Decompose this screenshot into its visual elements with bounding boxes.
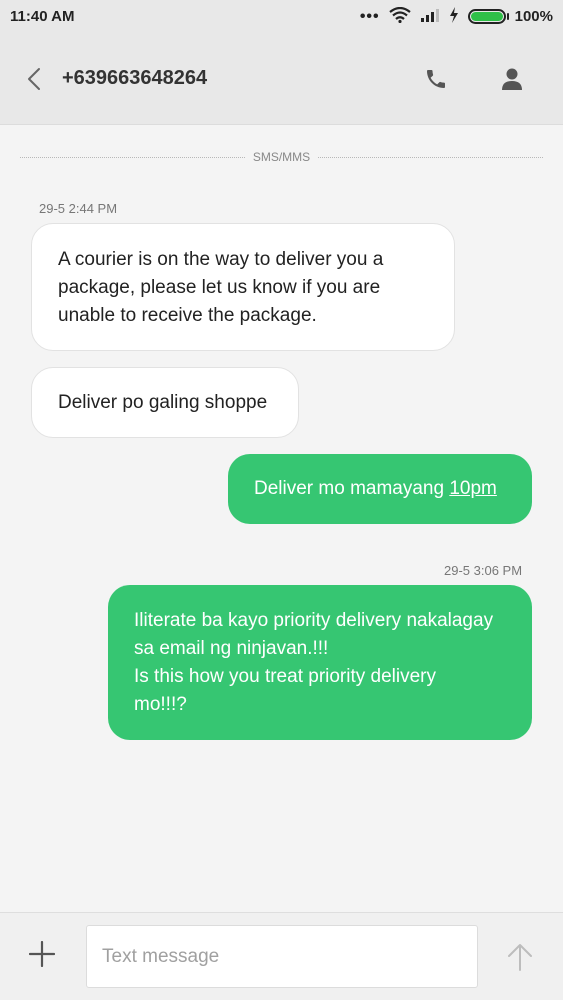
signal-icon bbox=[420, 8, 440, 26]
message-text-line: Iliterate ba kayo priority delivery naka… bbox=[134, 610, 494, 631]
message-timestamp: 29-5 3:06 PM bbox=[444, 563, 523, 578]
outgoing-message-bubble[interactable]: Deliver mo mamayang 10pm bbox=[228, 454, 532, 524]
battery-percentage: 100% bbox=[514, 8, 553, 25]
contact-icon bbox=[502, 68, 522, 90]
more-dots-icon: ••• bbox=[359, 7, 380, 25]
battery-fill bbox=[470, 12, 503, 21]
message-text-line: sa email ng ninjavan.!!! bbox=[134, 638, 329, 659]
text-message-input[interactable] bbox=[86, 925, 478, 988]
incoming-message-bubble[interactable]: A courier is on the way to deliver you a… bbox=[31, 223, 455, 351]
back-button[interactable] bbox=[0, 33, 62, 125]
status-time: 11:40 AM bbox=[10, 8, 75, 25]
phone-icon bbox=[427, 69, 445, 88]
time-link[interactable]: 10pm bbox=[449, 478, 497, 499]
send-arrow-icon bbox=[508, 944, 532, 971]
incoming-message-bubble[interactable]: Deliver po galing shoppe bbox=[31, 367, 299, 438]
message-thread[interactable]: SMS/MMS 29-5 2:44 PM A courier is on the… bbox=[0, 125, 563, 912]
message-text-line: A courier is on the way to deliver you a bbox=[58, 249, 384, 270]
back-arrow-icon bbox=[28, 67, 40, 90]
battery-icon bbox=[467, 9, 509, 24]
charging-icon bbox=[449, 6, 459, 27]
outgoing-message-bubble[interactable]: Iliterate ba kayo priority delivery naka… bbox=[108, 585, 532, 740]
message-text-line: unable to receive the package. bbox=[58, 305, 317, 326]
call-button[interactable] bbox=[411, 54, 461, 104]
status-icons: ••• 100% bbox=[359, 6, 553, 27]
add-attachment-button[interactable] bbox=[25, 937, 59, 971]
plus-icon bbox=[29, 941, 55, 967]
contact-number-title: +639663648264 bbox=[62, 67, 208, 89]
message-text-line: Deliver mo mamayang 10pm bbox=[254, 475, 506, 503]
message-timestamp: 29-5 2:44 PM bbox=[39, 201, 118, 216]
message-text: Deliver mo mamayang bbox=[254, 478, 450, 499]
conversation-header: +639663648264 bbox=[0, 33, 563, 125]
message-composer bbox=[0, 912, 563, 1000]
message-text-line: Deliver po galing shoppe bbox=[58, 392, 268, 413]
message-text-line: package, please let us know if you are bbox=[58, 277, 381, 298]
sms-mms-divider: SMS/MMS bbox=[20, 149, 543, 165]
divider-label: SMS/MMS bbox=[252, 150, 311, 164]
status-bar: 11:40 AM ••• 100% bbox=[0, 0, 563, 33]
message-text-line: mo!!!? bbox=[134, 694, 187, 715]
message-text-line: Is this how you treat priority delivery bbox=[134, 666, 437, 687]
contact-info-button[interactable] bbox=[487, 54, 537, 104]
send-button[interactable] bbox=[500, 937, 540, 977]
wifi-icon bbox=[388, 6, 411, 27]
